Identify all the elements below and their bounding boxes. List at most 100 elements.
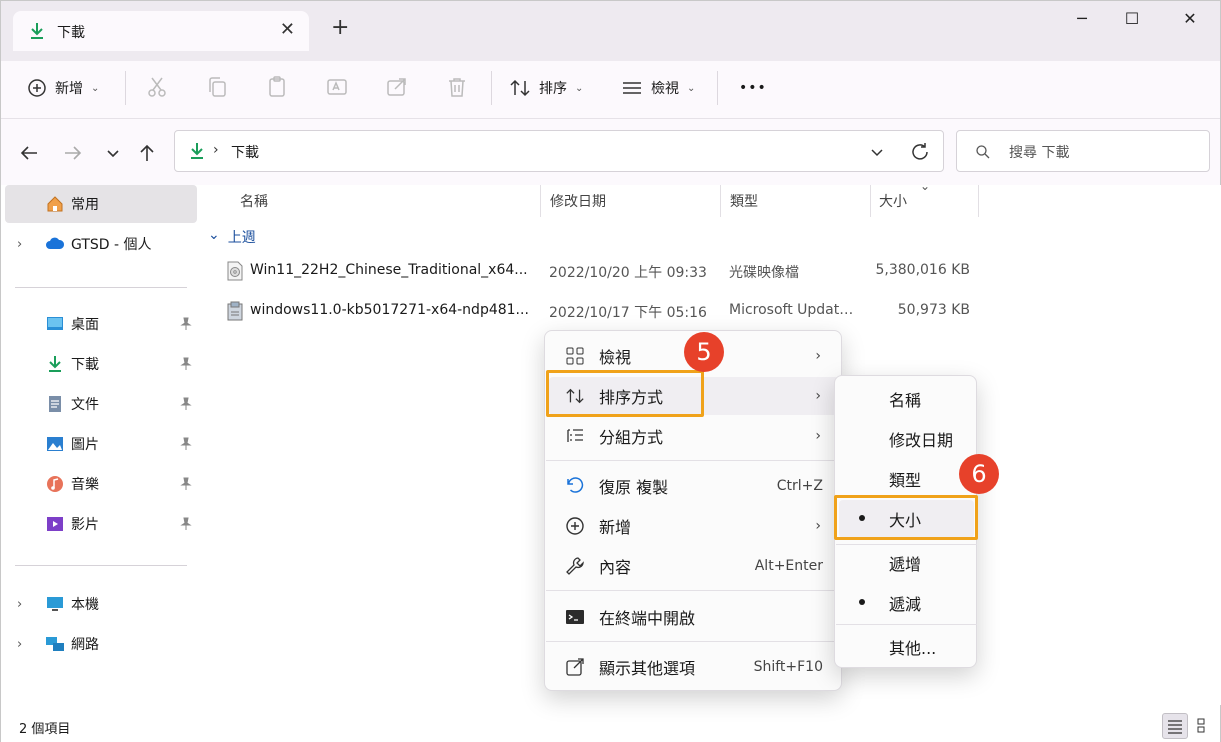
up-arrow-icon[interactable] [135,141,159,165]
back-arrow-icon[interactable] [17,141,41,165]
column-divider[interactable] [540,185,541,217]
pin-icon[interactable] [179,517,193,531]
rename-icon[interactable] [325,75,349,99]
address-bar[interactable]: › 下載 [174,130,944,172]
sort-option-name[interactable]: 名稱 [839,380,974,418]
sort-option-label: 大小 [889,511,922,530]
search-box[interactable]: 搜尋 下載 [956,130,1210,172]
cut-icon[interactable] [145,75,169,99]
terminal-icon [566,610,584,624]
sidebar-item-label: 本機 [71,597,99,613]
maximize-button[interactable]: ☐ [1109,9,1155,33]
table-row[interactable]: Win11_22H2_Chinese_Traditional_x64... 20… [220,253,980,289]
sort-option-size[interactable]: 大小 [839,500,974,538]
menu-item-label: 顯示其他選項 [599,659,696,678]
sort-option-more[interactable]: 其他... [839,628,974,666]
sort-option-label: 名稱 [889,391,922,410]
navigation-pane: 常用 › GTSD - 個人 桌面 下載 文件 圖片 音樂 影片 › 本機 › … [1,185,198,705]
submenu-chevron-icon: › [815,388,821,404]
paste-icon[interactable] [265,75,289,99]
column-header-date[interactable]: 修改日期 [550,185,606,217]
sort-button[interactable]: 排序 ⌄ [509,73,583,103]
column-divider[interactable] [720,185,721,217]
sidebar-item-label: 文件 [71,397,99,413]
close-button[interactable]: ✕ [1167,9,1213,33]
pin-icon[interactable] [179,397,193,411]
pin-icon[interactable] [179,437,193,451]
file-type: Microsoft Update... [729,302,861,318]
column-header-size[interactable]: 大小 [879,185,907,217]
menu-item-open-in-terminal[interactable]: 在終端中開啟 [549,598,839,636]
column-header-name[interactable]: 名稱 [240,185,268,217]
copy-icon[interactable] [205,75,229,99]
delete-icon[interactable] [445,75,469,99]
sidebar-item-this-pc[interactable]: › 本機 [5,585,197,623]
view-button-label: 檢視 [651,81,679,97]
menu-divider [546,460,842,461]
sidebar-item-network[interactable]: › 網路 [5,625,197,663]
menu-item-label: 分組方式 [599,428,664,447]
column-divider[interactable] [870,185,871,217]
sort-option-ascending[interactable]: 遞增 [839,544,974,582]
download-icon [31,23,43,39]
video-icon [47,517,63,531]
more-options-button[interactable]: ••• [739,73,767,103]
sidebar-item-home[interactable]: 常用 [5,185,197,223]
sidebar-item-downloads[interactable]: 下載 [5,345,197,383]
address-dropdown-icon[interactable] [867,142,887,162]
breadcrumb-downloads[interactable]: 下載 [231,142,259,162]
expand-chevron-icon[interactable]: › [17,237,22,252]
file-type: 光碟映像檔 [729,265,799,281]
menu-item-label: 在終端中開啟 [599,609,696,628]
details-view-icon [1168,720,1182,734]
expand-chevron-icon[interactable]: › [17,637,22,652]
menu-item-group-by[interactable]: 分組方式 › [549,417,839,455]
menu-item-properties[interactable]: 內容 Alt+Enter [549,547,839,585]
sort-option-descending[interactable]: 遞減 [839,584,974,622]
menu-item-show-more-options[interactable]: 顯示其他選項 Shift+F10 [549,648,839,686]
table-row[interactable]: windows11.0-kb5017271-x64-ndp481... 2022… [220,293,980,329]
menu-item-undo[interactable]: 復原 複製 Ctrl+Z [549,467,839,505]
sort-option-date[interactable]: 修改日期 [839,420,974,458]
status-bar: 2 個項目 [1,705,1220,742]
sidebar-item-music[interactable]: 音樂 [5,465,197,503]
more-icon: ••• [739,80,767,96]
undo-icon [567,477,584,493]
new-button[interactable]: 新增 ⌄ [27,73,99,103]
minimize-button[interactable]: ─ [1059,9,1105,33]
tab-close-icon[interactable]: ✕ [280,19,295,40]
forward-arrow-icon[interactable] [61,141,85,165]
sidebar-item-pictures[interactable]: 圖片 [5,425,197,463]
tiles-view-icon [1197,718,1205,733]
sort-submenu: 名稱 修改日期 類型 大小 遞增 遞減 其他... [834,375,977,668]
menu-item-sort-by[interactable]: 排序方式 › [549,377,839,415]
group-header-last-week[interactable]: ⌄ 上週 [208,227,256,247]
cloud-icon [46,237,65,249]
navigation-row: › 下載 搜尋 下載 [1,119,1220,185]
new-tab-button[interactable]: + [331,17,349,39]
share-icon[interactable] [385,75,409,99]
plus-circle-icon [28,79,46,97]
plus-circle-icon [566,517,584,535]
submenu-chevron-icon: › [815,348,821,364]
selected-bullet-icon [859,515,865,521]
column-divider[interactable] [978,185,979,217]
details-view-button[interactable] [1162,713,1188,739]
tab-downloads[interactable]: 下載 ✕ [13,11,309,51]
tiles-view-button[interactable] [1193,713,1219,739]
view-button[interactable]: 檢視 ⌄ [621,73,695,103]
sort-option-type[interactable]: 類型 [839,460,974,498]
sidebar-item-desktop[interactable]: 桌面 [5,305,197,343]
sidebar-item-videos[interactable]: 影片 [5,505,197,543]
sidebar-item-onedrive[interactable]: › GTSD - 個人 [5,225,197,263]
sidebar-item-documents[interactable]: 文件 [5,385,197,423]
column-header-type[interactable]: 類型 [730,185,758,217]
pin-icon[interactable] [179,477,193,491]
recent-chevron-icon[interactable] [101,141,125,165]
divider [15,287,187,288]
pin-icon[interactable] [179,317,193,331]
expand-chevron-icon[interactable]: › [17,597,22,612]
refresh-icon[interactable] [909,141,931,163]
menu-item-new[interactable]: 新增 › [549,507,839,545]
pin-icon[interactable] [179,357,193,371]
